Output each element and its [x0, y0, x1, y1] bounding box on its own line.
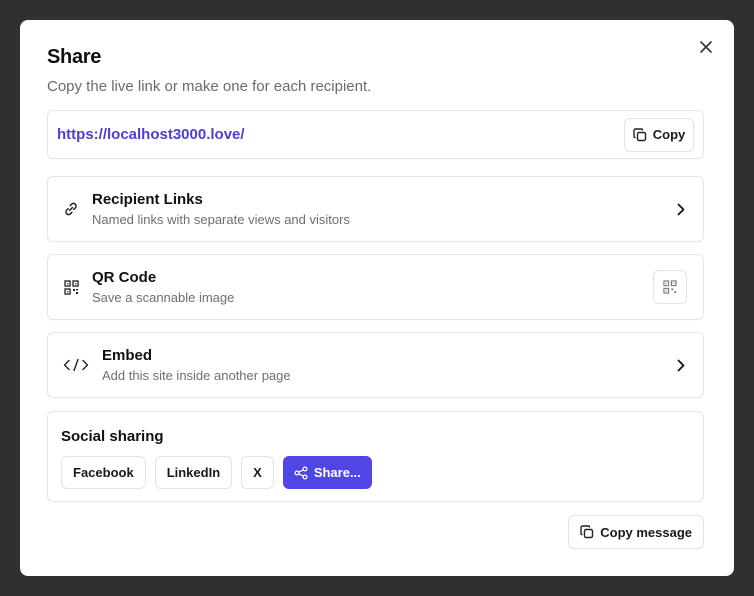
copy-icon [580, 525, 594, 539]
link-icon [62, 200, 80, 218]
embed-title: Embed [102, 347, 153, 364]
x-button[interactable]: X [241, 456, 274, 489]
copy-message-button[interactable]: Copy message [568, 515, 704, 549]
share-dialog: Share Copy the live link or make one for… [20, 20, 734, 576]
dialog-subtitle: Copy the live link or make one for each … [47, 78, 372, 95]
share-button[interactable]: Share... [282, 456, 372, 489]
recipient-links-row[interactable]: Recipient Links Named links with separat… [47, 176, 704, 242]
embed-description: Add this site inside another page [102, 368, 291, 383]
qr-code-icon [62, 278, 80, 296]
embed-row[interactable]: Embed Add this site inside another page [47, 332, 704, 398]
qr-code-description: Save a scannable image [92, 290, 235, 305]
social-sharing-section: Social sharing Facebook LinkedIn X Share… [47, 411, 704, 502]
share-label: Share... [313, 465, 361, 480]
recipient-links-description: Named links with separate views and visi… [92, 212, 350, 227]
close-icon [700, 41, 712, 53]
copy-link-button[interactable]: Copy [624, 117, 694, 152]
facebook-button[interactable]: Facebook [61, 456, 146, 489]
qr-code-row[interactable]: QR Code Save a scannable image [47, 254, 704, 320]
social-sharing-title: Social sharing [61, 428, 164, 445]
copy-icon [633, 127, 646, 141]
close-button[interactable] [698, 39, 714, 55]
share-icon [294, 465, 308, 480]
linkedin-button[interactable]: LinkedIn [154, 456, 233, 489]
qr-code-title: QR Code [92, 269, 157, 286]
qr-code-icon [663, 280, 677, 294]
live-link-url[interactable]: https://localhost3000.love/ [57, 126, 624, 143]
copy-message-label: Copy message [600, 524, 692, 540]
dialog-title: Share [47, 46, 102, 68]
code-icon [62, 356, 90, 374]
recipient-links-title: Recipient Links [92, 191, 203, 208]
chevron-right-icon [675, 358, 687, 372]
live-link-box: https://localhost3000.love/ Copy [47, 110, 704, 159]
copy-link-label: Copy [652, 127, 686, 142]
chevron-right-icon [675, 202, 687, 216]
qr-code-button[interactable] [653, 270, 687, 304]
